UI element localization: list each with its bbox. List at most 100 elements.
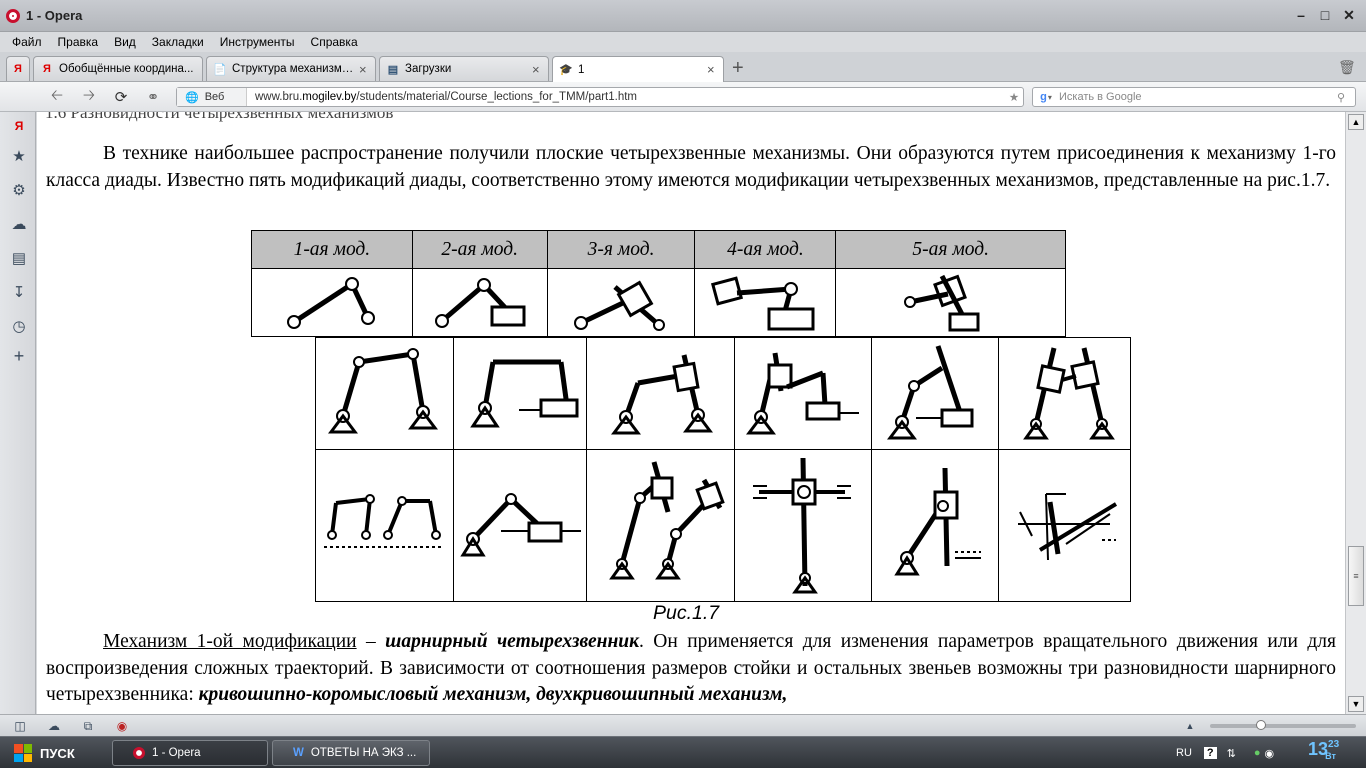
- windows-taskbar: ПУСК 1 - Opera W ОТВЕТЫ НА ЭКЗ ... RU ? …: [0, 736, 1366, 768]
- mechanism-figure-1-1: [315, 337, 454, 450]
- mechanisms-figure-table: [315, 337, 1131, 602]
- title-bar: 1 - Opera – □ ✕: [0, 0, 1366, 32]
- gear-icon[interactable]: ⚙: [9, 180, 29, 200]
- mechanism-figure-1-4: [733, 337, 873, 450]
- menu-view[interactable]: Вид: [114, 35, 136, 49]
- mechanism-figure-1-3: [585, 337, 735, 450]
- unite-cloud-icon[interactable]: ☁: [46, 718, 62, 734]
- vertical-scrollbar[interactable]: ▲ ≡ ▼: [1345, 112, 1366, 714]
- mechanism-figure-2-5: [871, 449, 1000, 602]
- notes-icon[interactable]: ▤: [9, 248, 29, 268]
- paragraph-intro: В технике наибольшее распространение пол…: [46, 143, 1336, 191]
- tab-bar: Я Я Обобщённые координа... 📄 Структура м…: [0, 52, 1366, 82]
- back-arrow-icon[interactable]: 🡠: [48, 87, 66, 106]
- tray-app-icon[interactable]: ◉: [1265, 747, 1275, 760]
- bookmarks-star-icon[interactable]: ★: [9, 146, 29, 166]
- status-bar: ◫ ☁ ⧉ ◉ ▲: [0, 714, 1366, 736]
- tab-mechanism-structure[interactable]: 📄 Структура механизмов ×: [206, 56, 376, 81]
- scroll-down-icon[interactable]: ▼: [1348, 696, 1364, 712]
- add-panel-plus-icon[interactable]: +: [9, 346, 29, 366]
- taskbar-item-word[interactable]: W ОТВЕТЫ НА ЭКЗ ...: [272, 740, 430, 766]
- downloads-icon: ▤: [387, 63, 399, 76]
- header-mod-4: 4-ая мод.: [694, 230, 837, 269]
- url-field[interactable]: 🌐 Веб www.bru.mogilev.by/students/materi…: [176, 87, 1024, 107]
- forward-arrow-icon[interactable]: 🡢: [80, 87, 98, 106]
- url-prefix: www.bru.: [255, 91, 303, 103]
- window-title: 1 - Opera: [26, 8, 83, 23]
- new-tab-plus-icon[interactable]: +: [732, 57, 744, 80]
- tab-generalized-coordinates[interactable]: Я Обобщённые координа...: [33, 56, 203, 81]
- paragraph-modification-1: Механизм 1-ой модификации – шарнирный че…: [46, 631, 1336, 705]
- tray-arrows-icon[interactable]: ⇅: [1227, 747, 1236, 760]
- tab-yandex-pinned[interactable]: Я: [6, 56, 30, 81]
- key-icon[interactable]: ⚭: [144, 88, 162, 106]
- scroll-up-icon[interactable]: ▲: [1348, 114, 1364, 130]
- network-icon[interactable]: ●: [1254, 747, 1261, 759]
- menu-bar: Файл Правка Вид Закладки Инструменты Спр…: [0, 32, 1366, 52]
- yandex-panel-icon[interactable]: Я: [9, 116, 29, 136]
- maximize-button[interactable]: □: [1316, 6, 1334, 24]
- clock[interactable]: 1323Вт: [1308, 739, 1350, 761]
- header-mod-3: 3-я мод.: [546, 230, 696, 269]
- mechanism-figure-1-6: [998, 337, 1131, 450]
- tab-label: Структура механизмов: [232, 63, 354, 75]
- mechanism-figure-2-4: [733, 449, 873, 602]
- tab-active-page[interactable]: 🎓 1 ×: [552, 56, 724, 82]
- menu-help[interactable]: Справка: [311, 35, 358, 49]
- scroll-thumb[interactable]: ≡: [1348, 546, 1364, 606]
- zoom-knob[interactable]: [1256, 720, 1266, 730]
- opera-logo-icon[interactable]: [6, 8, 20, 23]
- dyad-figure-5: [835, 268, 1066, 337]
- figure-caption: Рис.1.7: [653, 602, 720, 624]
- menu-file[interactable]: Файл: [12, 35, 42, 49]
- opera-window: 1 - Opera – □ ✕ Файл Правка Вид Закладки…: [0, 0, 1366, 768]
- dyad-figure-4: [694, 268, 837, 337]
- mechanism-figure-2-6: [998, 449, 1131, 602]
- downloads-icon[interactable]: ↧: [9, 282, 29, 302]
- trash-icon[interactable]: 🗑: [1338, 59, 1356, 76]
- mechanism-figure-2-3: [585, 449, 735, 602]
- tab-close-icon[interactable]: ×: [359, 62, 369, 77]
- search-icon[interactable]: ⚲: [1337, 91, 1355, 104]
- tab-downloads[interactable]: ▤ Загрузки ×: [379, 56, 549, 81]
- yandex-icon: Я: [14, 63, 22, 75]
- header-mod-5: 5-ая мод.: [835, 230, 1066, 269]
- unite-icon[interactable]: ☁: [9, 214, 29, 234]
- page-content: 1.6 Разновидности четырехзвенных механиз…: [37, 112, 1345, 714]
- menu-edit[interactable]: Правка: [58, 35, 99, 49]
- menu-bookmarks[interactable]: Закладки: [152, 35, 204, 49]
- bookmark-star-icon[interactable]: ★: [1005, 90, 1023, 104]
- tab-label: Загрузки: [405, 63, 452, 75]
- reload-icon[interactable]: ⟳: [112, 88, 130, 106]
- opera-link-icon[interactable]: ⧉: [80, 718, 96, 734]
- taskbar-item-opera[interactable]: 1 - Opera: [112, 740, 268, 766]
- web-badge[interactable]: 🌐 Веб: [177, 88, 247, 106]
- tab-close-icon[interactable]: ×: [532, 62, 542, 77]
- mechanism-figure-1-5: [871, 337, 1000, 450]
- dyad-figure-3: [546, 268, 696, 337]
- panel-toggle-icon[interactable]: ◫: [12, 718, 28, 734]
- header-mod-1: 1-ая мод.: [251, 230, 413, 269]
- language-indicator[interactable]: RU: [1176, 747, 1192, 759]
- zoom-slider[interactable]: [1210, 720, 1356, 730]
- section-heading-cut: 1.6 Разновидности четырехзвенных механиз…: [45, 112, 394, 122]
- header-mod-2: 2-ая мод.: [411, 230, 548, 269]
- tab-label: 1: [578, 63, 585, 76]
- mechanism-figure-1-2: [452, 337, 587, 450]
- search-input[interactable]: g ▾ Искать в Google ⚲: [1032, 87, 1356, 107]
- menu-tools[interactable]: Инструменты: [220, 35, 295, 49]
- turbo-icon[interactable]: ◉: [114, 718, 130, 734]
- close-button[interactable]: ✕: [1340, 6, 1358, 24]
- address-bar: 🡠 🡢 ⟳ ⚭ 🌐 Веб www.bru.mogilev.by/student…: [0, 82, 1366, 112]
- windows-logo-icon: [14, 744, 32, 762]
- mechanism-figure-2-1: [315, 449, 454, 602]
- opera-panel-sidebar: Я ★ ⚙ ☁ ▤ ↧ ◷ +: [0, 112, 36, 714]
- minimize-button[interactable]: –: [1292, 6, 1310, 24]
- google-icon[interactable]: g ▾: [1033, 91, 1059, 103]
- history-clock-icon[interactable]: ◷: [9, 316, 29, 336]
- help-icon[interactable]: ?: [1203, 747, 1217, 759]
- view-toggle-icon[interactable]: ▲: [1182, 718, 1198, 734]
- tab-close-icon[interactable]: ×: [707, 62, 717, 77]
- start-button[interactable]: ПУСК: [4, 740, 100, 766]
- dyad-figure-2: [411, 268, 548, 337]
